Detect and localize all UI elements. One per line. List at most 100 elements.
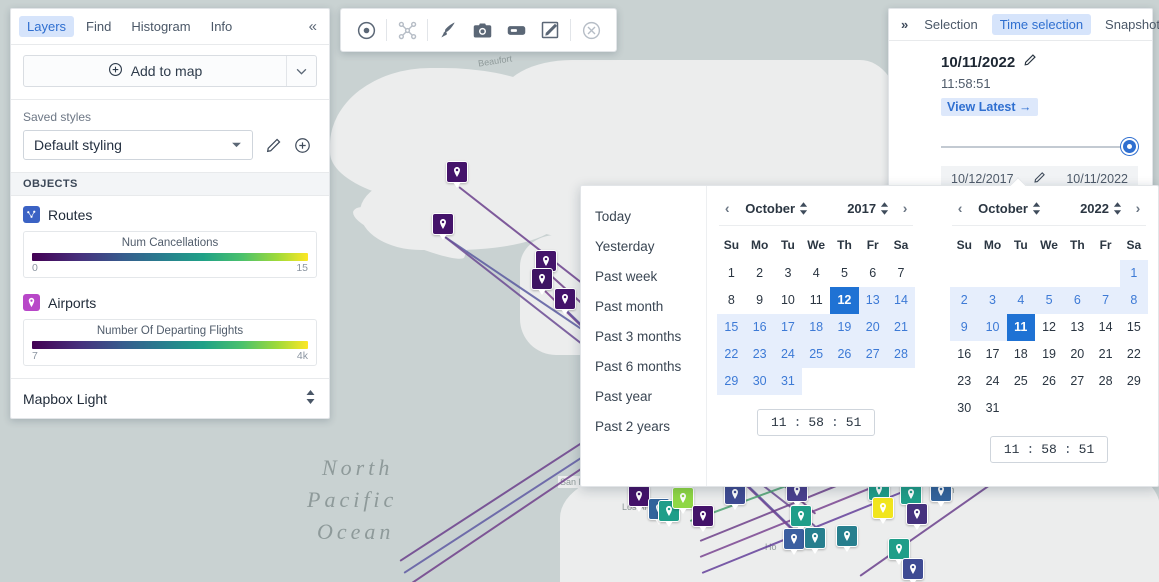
calendar-day[interactable]: 20 [1063,341,1091,368]
start-seconds[interactable]: 51 [846,415,862,430]
map-pin-airport[interactable] [692,505,714,533]
add-to-map-main[interactable]: Add to map [24,56,286,86]
calendar-day[interactable]: 26 [1035,368,1063,395]
calendar-day[interactable]: 19 [1035,341,1063,368]
map-pin-airport[interactable] [672,487,694,515]
tab-info[interactable]: Info [203,16,241,37]
calendar-day[interactable]: 8 [1119,287,1148,314]
calendar-day[interactable]: 30 [950,395,978,422]
tab-find[interactable]: Find [78,16,119,37]
map-pin-airport[interactable] [628,485,650,513]
tab-time-selection[interactable]: Time selection [991,14,1092,35]
edit-date-pencil-icon[interactable] [1023,53,1037,71]
map-pin-airport[interactable] [906,503,928,531]
chevron-double-left-icon[interactable]: « [305,19,321,34]
end-minutes[interactable]: 58 [1041,442,1057,457]
calendar-day[interactable]: 21 [1091,341,1119,368]
calendar-day[interactable]: 7 [887,260,915,287]
preset-past-2-years[interactable]: Past 2 years [595,412,706,442]
calendar-day[interactable]: 20 [858,314,887,341]
map-pin-airport[interactable] [902,558,924,582]
calendar-day[interactable]: 23 [745,341,774,368]
calendar-day[interactable]: 23 [950,368,978,395]
calendar-day[interactable]: 6 [859,260,887,287]
calendar-day[interactable]: 28 [1091,368,1119,395]
preset-past-3-months[interactable]: Past 3 months [595,322,706,352]
calendar-day[interactable]: 19 [830,314,859,341]
calendar-day[interactable]: 18 [1007,341,1035,368]
preset-past-week[interactable]: Past week [595,262,706,292]
calendar-day[interactable]: 1 [1119,260,1148,287]
calendar-day[interactable]: 17 [773,314,803,341]
calendar-day[interactable]: 7 [1091,287,1120,314]
calendar-day[interactable]: 9 [746,287,774,314]
calendar-start-days[interactable]: 1 2 3 4 5 6 7 8 9 10 11 12 13 14 15 16 17 18 19 20 21 22 23 24 2… [717,260,916,395]
end-hours[interactable]: 11 [1004,442,1020,457]
edit-style-pencil-icon[interactable] [265,137,282,154]
calendar-day[interactable]: 5 [830,260,858,287]
preset-today[interactable]: Today [595,202,706,232]
calendar-day[interactable]: 31 [978,395,1006,422]
calendar-day[interactable]: 10 [978,314,1007,341]
camera-icon[interactable] [465,13,499,47]
time-slider[interactable] [941,138,1138,156]
calendar-day[interactable]: 4 [1006,287,1035,314]
calendar-day[interactable]: 2 [746,260,774,287]
tab-selection[interactable]: Selection [916,14,985,35]
calendar-day[interactable]: 29 [717,368,746,395]
calendar-day[interactable]: 21 [886,314,916,341]
calendar-day[interactable]: 10 [774,287,802,314]
pen-draw-icon[interactable] [431,13,465,47]
calendar-day[interactable]: 18 [802,314,831,341]
chevron-right-icon[interactable]: › [1130,200,1146,216]
calendar-start-month-stepper[interactable]: October [745,201,808,216]
preset-past-month[interactable]: Past month [595,292,706,322]
calendar-day[interactable]: 25 [802,341,831,368]
calendar-day[interactable]: 26 [830,341,859,368]
network-select-icon[interactable] [390,13,424,47]
chevron-left-icon[interactable]: ‹ [719,200,735,216]
calendar-day[interactable]: 24 [773,341,803,368]
tab-layers[interactable]: Layers [19,16,75,37]
calendar-day[interactable]: 4 [802,260,830,287]
tab-snapshots[interactable]: Snapshots [1097,14,1159,35]
add-style-plus-circle-icon[interactable] [294,137,311,154]
label-icon[interactable] [499,13,533,47]
calendar-day[interactable]: 15 [1120,314,1148,341]
calendar-day[interactable]: 30 [745,368,774,395]
map-pin-airport[interactable] [724,483,746,511]
calendar-day[interactable]: 29 [1120,368,1148,395]
radius-select-icon[interactable] [349,13,383,47]
calendar-start-year-stepper[interactable]: 2017 [847,201,889,216]
layer-routes-title[interactable]: Routes [23,206,317,223]
map-pin-airport[interactable] [804,527,826,555]
calendar-day[interactable]: 22 [1120,341,1148,368]
calendar-day[interactable]: 22 [717,341,746,368]
calendar-day[interactable]: 1 [717,260,745,287]
calendar-end-year-stepper[interactable]: 2022 [1080,201,1122,216]
clear-selection-icon[interactable] [574,13,608,47]
calendar-day[interactable]: 14 [1091,314,1119,341]
calendar-day[interactable]: 13 [858,287,887,314]
chevron-down-icon[interactable] [286,56,316,86]
saved-styles-select[interactable]: Default styling [23,130,253,160]
calendar-day[interactable]: 3 [774,260,802,287]
calendar-day[interactable]: 8 [717,287,745,314]
calendar-day[interactable]: 2 [950,287,979,314]
calendar-end-month-stepper[interactable]: October [978,201,1041,216]
calendar-day[interactable]: 17 [978,341,1006,368]
edit-square-icon[interactable] [533,13,567,47]
calendar-start-time-input[interactable]: 11 : 58 : 51 [757,409,876,436]
calendar-day[interactable]: 6 [1063,287,1092,314]
calendar-end-days[interactable]: 1 2 3 4 5 6 7 8 9 10 11 12 13 14 15 16 17 18 19 20 21 22 23 24 2… [950,260,1148,422]
calendar-day[interactable]: 13 [1063,314,1091,341]
calendar-day[interactable]: 11 [1006,314,1035,341]
view-latest-button[interactable]: View Latest → [941,98,1038,116]
calendar-day[interactable]: 14 [886,287,916,314]
map-pin-airport[interactable] [432,213,454,241]
map-pin-airport[interactable] [531,268,553,296]
calendar-day[interactable]: 31 [773,368,803,395]
add-to-map-button[interactable]: Add to map [23,55,317,87]
time-slider-knob[interactable] [1121,138,1138,155]
layer-airports-title[interactable]: Airports [23,294,317,311]
